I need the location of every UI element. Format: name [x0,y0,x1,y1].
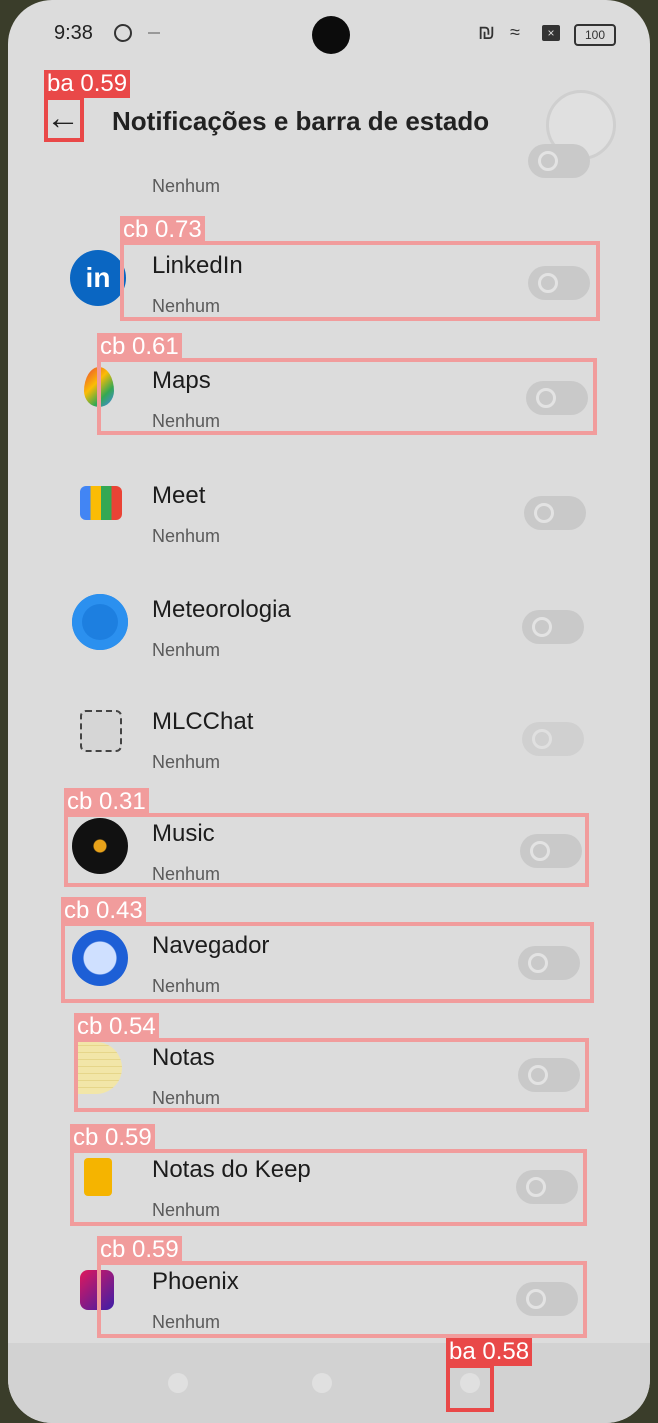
detection-box [97,1261,587,1338]
detection-label: cb 0.59 [97,1236,182,1264]
list-item[interactable]: Meteorologia Nenhum [8,574,650,684]
app-name: MLCChat [152,708,254,735]
nfc-icon: ₪ [478,22,495,44]
sim-icon: × [542,25,560,41]
toggle-switch[interactable] [524,496,586,530]
mlcchat-icon [80,710,122,752]
detection-label: cb 0.54 [74,1013,159,1041]
linkedin-icon: in [70,250,126,306]
detection-box [97,358,597,435]
toggle-switch[interactable] [522,610,584,644]
battery-icon: 100 [574,24,616,46]
app-name: Meet [152,482,206,509]
app-subtitle: Nenhum [152,176,221,196]
detection-box [74,1038,589,1112]
app-name: Meteorologia [152,596,291,623]
detection-label: ba 0.58 [446,1338,533,1366]
detection-box [44,96,84,142]
detection-box [61,922,594,1003]
app-subtitle: Nenhum [152,752,221,772]
detection-box [120,241,600,321]
detection-box [70,1149,587,1226]
detection-box [64,813,589,887]
wifi-icon: ≈ [510,22,520,42]
clock: 9:38 [54,22,93,44]
detection-label: ba 0.59 [44,70,131,98]
nav-button[interactable] [312,1373,332,1393]
dash-icon [148,32,160,34]
navigation-bar [8,1343,650,1423]
toggle-switch[interactable] [528,144,590,178]
status-bar: 9:38 ₪ ≈ × 100 [8,0,650,70]
toggle-switch[interactable] [522,722,584,756]
camera-cutout [312,16,350,54]
nav-button[interactable] [168,1373,188,1393]
detection-label: cb 0.73 [120,216,205,244]
detection-label: cb 0.59 [70,1124,155,1152]
detection-label: cb 0.61 [97,333,182,361]
detection-label: cb 0.43 [61,897,146,925]
meet-icon [80,486,122,520]
app-subtitle: Nenhum [152,526,221,546]
app-subtitle: Nenhum [152,640,221,660]
settings-icon [114,24,132,42]
weather-icon [72,594,128,650]
page-title: Notificações e barra de estado [112,106,490,136]
detection-box [446,1364,494,1412]
list-item[interactable]: Meet Nenhum [8,460,650,570]
list-item[interactable]: MLCChat Nenhum [8,686,650,796]
detection-label: cb 0.31 [64,788,149,816]
